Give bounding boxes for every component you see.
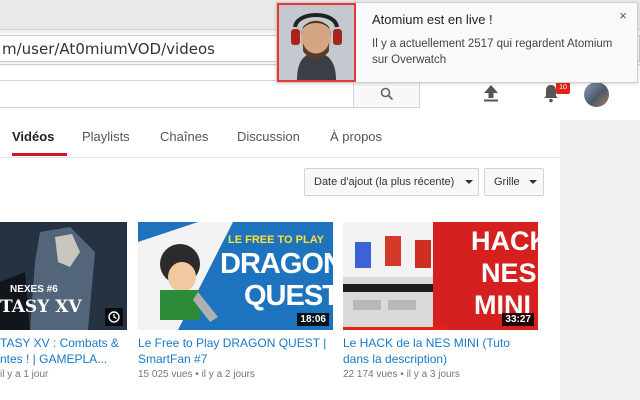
video-duration: 33:27 xyxy=(502,313,534,326)
chevron-down-icon xyxy=(529,180,537,184)
thumbnail-caption-mid: DRAGON xyxy=(220,248,333,280)
video-meta: il y a 1 jour xyxy=(0,369,49,380)
notification-body: Il y a actuellement 2517 qui regardent A… xyxy=(372,38,613,66)
thumbnail-caption-bottom: QUEST xyxy=(244,280,333,312)
video-title-line: TASY XV : Combats & xyxy=(0,336,119,350)
video-title[interactable]: TASY XV : Combats & ntes ! | GAMEPLA... xyxy=(0,335,127,367)
active-tab-indicator xyxy=(12,153,67,156)
thumbnail-caption-mid: NES xyxy=(481,258,537,288)
thumbnail-caption-top: HACK xyxy=(471,226,538,256)
upload-icon xyxy=(484,85,498,102)
video-duration: 18:06 xyxy=(297,313,329,326)
watch-later-button[interactable] xyxy=(105,308,123,326)
account-avatar[interactable] xyxy=(584,82,609,107)
video-title[interactable]: Le HACK de la NES MINI (Tuto dans la des… xyxy=(343,335,543,367)
chevron-down-icon xyxy=(465,180,473,184)
notification-count-badge: 10 xyxy=(556,82,570,94)
view-count: 15 025 vues xyxy=(138,369,193,380)
upload-button[interactable] xyxy=(480,82,502,104)
tab-about[interactable]: À propos xyxy=(330,120,382,158)
notification-title: Atomium est en live ! xyxy=(372,12,493,27)
video-meta: 15 025 vues • il y a 2 jours xyxy=(138,369,255,380)
thumbnail-caption-top: LE FREE TO PLAY xyxy=(228,234,324,246)
video-title[interactable]: Le Free to Play DRAGON QUEST | SmartFan … xyxy=(138,335,338,367)
view-dropdown[interactable]: Grille xyxy=(484,168,544,196)
video-thumbnail[interactable]: NEXES #6 TASY XV xyxy=(0,222,127,330)
tab-discussion[interactable]: Discussion xyxy=(237,120,300,158)
streamer-avatar xyxy=(277,3,356,82)
right-gutter xyxy=(560,120,640,400)
upload-age: il y a 2 jours xyxy=(201,369,255,380)
upload-age: il y a 3 jours xyxy=(406,369,460,380)
tab-chaines[interactable]: Chaînes xyxy=(160,120,208,158)
sort-dropdown-label: Date d'ajout (la plus récente) xyxy=(314,176,455,188)
video-thumbnail[interactable]: HACK NES MINI 33:27 xyxy=(343,222,538,330)
streamer-photo xyxy=(279,5,354,80)
tab-playlists[interactable]: Playlists xyxy=(82,120,130,158)
clock-icon xyxy=(108,311,120,323)
video-title-line: SmartFan #7 xyxy=(138,352,208,366)
live-notification[interactable]: Atomium est en live ! Il y a actuellemen… xyxy=(276,2,638,83)
view-count: 22 174 vues xyxy=(343,369,398,380)
close-icon[interactable]: × xyxy=(615,8,631,24)
watched-progress-bar xyxy=(343,327,451,330)
video-title-line: Le Free to Play DRAGON QUEST | xyxy=(138,336,327,350)
sort-dropdown[interactable]: Date d'ajout (la plus récente) xyxy=(304,168,479,196)
video-meta: 22 174 vues • il y a 3 jours xyxy=(343,369,460,380)
view-dropdown-label: Grille xyxy=(494,176,520,188)
thumbnail-caption-top: NEXES #6 xyxy=(10,284,58,295)
video-title-line: ntes ! | GAMEPLA... xyxy=(0,352,108,366)
search-icon xyxy=(380,87,393,101)
thumbnail-caption-bottom: TASY XV xyxy=(0,297,82,317)
video-title-line: dans la description) xyxy=(343,352,448,366)
video-thumbnail[interactable]: LE FREE TO PLAY DRAGON QUEST 18:06 xyxy=(138,222,333,330)
video-title-line: Le HACK de la NES MINI (Tuto xyxy=(343,336,510,350)
search-button[interactable] xyxy=(353,80,420,108)
channel-tabs: Vidéos Playlists Chaînes Discussion À pr… xyxy=(0,120,560,158)
